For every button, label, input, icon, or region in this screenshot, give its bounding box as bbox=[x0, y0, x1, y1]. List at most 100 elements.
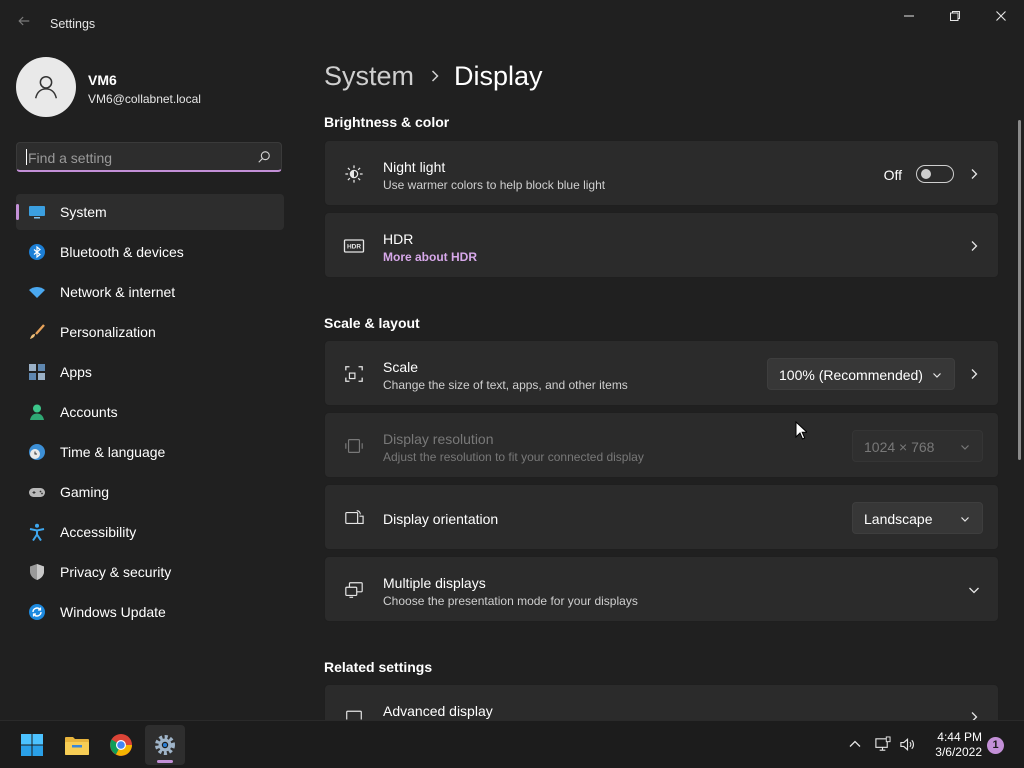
scale-subtitle: Change the size of text, apps, and other… bbox=[383, 378, 628, 392]
search-icon[interactable] bbox=[257, 150, 271, 164]
orientation-title: Display orientation bbox=[383, 511, 499, 527]
restore-button[interactable] bbox=[932, 0, 978, 32]
sidebar-item-label: Time & language bbox=[60, 444, 166, 460]
clock-globe-icon bbox=[28, 443, 46, 461]
close-button[interactable] bbox=[978, 0, 1024, 32]
back-arrow-icon[interactable] bbox=[14, 14, 34, 34]
chevron-down-icon bbox=[961, 445, 969, 450]
sidebar-item-gaming[interactable]: Gaming bbox=[16, 474, 284, 510]
sidebar-nav: System Bluetooth & devices Network & int… bbox=[16, 194, 284, 634]
section-title-scale-layout: Scale & layout bbox=[324, 315, 420, 331]
multiple-displays-title: Multiple displays bbox=[383, 575, 486, 591]
orientation-value: Landscape bbox=[864, 511, 933, 527]
sidebar-item-personalization[interactable]: Personalization bbox=[16, 314, 284, 350]
taskbar-clock[interactable]: 4:44 PM 3/6/2022 bbox=[920, 730, 982, 760]
sidebar-item-label: Personalization bbox=[60, 324, 156, 340]
brightness-icon bbox=[343, 163, 365, 185]
sidebar-item-label: System bbox=[60, 204, 107, 220]
advanced-display-title: Advanced display bbox=[383, 703, 493, 719]
title-bar: Settings bbox=[0, 0, 1024, 48]
file-explorer-button[interactable] bbox=[57, 725, 97, 765]
chevron-right-icon[interactable] bbox=[968, 168, 980, 180]
breadcrumb-parent[interactable]: System bbox=[324, 61, 414, 92]
folder-icon bbox=[65, 737, 89, 755]
scrollbar[interactable] bbox=[1018, 120, 1021, 460]
resolution-dropdown: 1024 × 768 bbox=[852, 430, 983, 462]
sidebar-item-apps[interactable]: Apps bbox=[16, 354, 284, 390]
sidebar-item-time-language[interactable]: Time & language bbox=[16, 434, 284, 470]
search-input[interactable] bbox=[26, 147, 250, 169]
volume-icon[interactable] bbox=[898, 735, 916, 753]
wifi-icon bbox=[28, 283, 46, 301]
advanced-display-card[interactable]: Advanced display bbox=[324, 684, 999, 722]
chevron-down-icon bbox=[961, 517, 969, 522]
sidebar-item-label: Bluetooth & devices bbox=[60, 244, 184, 260]
network-icon[interactable] bbox=[873, 735, 891, 753]
sidebar-item-accounts[interactable]: Accounts bbox=[16, 394, 284, 430]
svg-text:HDR: HDR bbox=[347, 244, 361, 251]
sidebar-item-system[interactable]: System bbox=[16, 194, 284, 230]
multiple-displays-subtitle: Choose the presentation mode for your di… bbox=[383, 594, 638, 608]
chevron-right-icon[interactable] bbox=[968, 368, 980, 380]
chrome-button[interactable] bbox=[101, 725, 141, 765]
sidebar-item-label: Windows Update bbox=[60, 604, 166, 620]
monitor-icon bbox=[28, 203, 46, 221]
gamepad-icon bbox=[28, 483, 46, 501]
chevron-right-icon bbox=[432, 70, 439, 82]
monitor-icon bbox=[343, 707, 365, 721]
user-profile[interactable]: VM6 VM6@collabnet.local bbox=[16, 57, 286, 117]
show-hidden-icons-chevron-icon[interactable] bbox=[846, 735, 864, 753]
multiple-displays-card[interactable]: Multiple displays Choose the presentatio… bbox=[324, 556, 999, 622]
window-title: Settings bbox=[50, 17, 96, 31]
night-light-card[interactable]: Night light Use warmer colors to help bl… bbox=[324, 140, 999, 206]
orientation-icon bbox=[343, 507, 365, 529]
minimize-button[interactable] bbox=[886, 0, 932, 32]
orientation-dropdown[interactable]: Landscape bbox=[852, 502, 983, 534]
notification-badge[interactable]: 1 bbox=[987, 737, 1004, 754]
display-resolution-card: Display resolution Adjust the resolution… bbox=[324, 412, 999, 478]
person-icon bbox=[34, 75, 58, 99]
night-light-state: Off bbox=[883, 167, 902, 183]
update-icon bbox=[28, 603, 46, 621]
sidebar-item-label: Accounts bbox=[60, 404, 118, 420]
multiple-displays-icon bbox=[343, 579, 365, 601]
scale-card[interactable]: Scale Change the size of text, apps, and… bbox=[324, 340, 999, 406]
scale-icon bbox=[343, 363, 365, 385]
page-title: Display bbox=[454, 60, 543, 91]
accessibility-icon bbox=[28, 523, 46, 541]
night-light-toggle[interactable] bbox=[916, 165, 954, 183]
hdr-link[interactable]: More about HDR bbox=[383, 250, 477, 264]
search-box[interactable] bbox=[16, 142, 282, 172]
brush-icon bbox=[28, 323, 46, 341]
apps-icon bbox=[28, 363, 46, 381]
chevron-down-icon[interactable] bbox=[968, 584, 980, 596]
section-title-related: Related settings bbox=[324, 659, 433, 675]
sidebar-item-bluetooth[interactable]: Bluetooth & devices bbox=[16, 234, 284, 270]
user-name: VM6 bbox=[88, 72, 117, 88]
chevron-right-icon[interactable] bbox=[968, 240, 980, 252]
resolution-title: Display resolution bbox=[383, 431, 494, 447]
bluetooth-icon bbox=[28, 243, 46, 261]
sidebar-item-label: Privacy & security bbox=[60, 564, 172, 580]
shield-icon bbox=[28, 563, 46, 581]
display-orientation-card[interactable]: Display orientation Landscape bbox=[324, 484, 999, 550]
sidebar-item-label: Apps bbox=[60, 364, 92, 380]
person-icon bbox=[28, 403, 46, 421]
hdr-card[interactable]: HDR HDR More about HDR bbox=[324, 212, 999, 278]
sidebar-item-privacy[interactable]: Privacy & security bbox=[16, 554, 284, 590]
chrome-icon bbox=[110, 734, 132, 756]
sidebar-item-label: Network & internet bbox=[60, 284, 176, 300]
scale-dropdown[interactable]: 100% (Recommended) bbox=[767, 358, 955, 390]
breadcrumb: System Display bbox=[324, 58, 543, 94]
resolution-value: 1024 × 768 bbox=[864, 439, 935, 455]
taskbar: 4:44 PM 3/6/2022 1 bbox=[0, 720, 1024, 768]
text-caret bbox=[26, 149, 27, 165]
toggle-knob bbox=[921, 169, 931, 179]
sidebar-item-accessibility[interactable]: Accessibility bbox=[16, 514, 284, 550]
mouse-cursor-icon bbox=[795, 421, 807, 440]
start-button[interactable] bbox=[12, 725, 52, 765]
sidebar-item-windows-update[interactable]: Windows Update bbox=[16, 594, 284, 630]
night-light-subtitle: Use warmer colors to help block blue lig… bbox=[383, 178, 606, 192]
sidebar-item-network[interactable]: Network & internet bbox=[16, 274, 284, 310]
settings-taskbar-button[interactable] bbox=[145, 725, 185, 765]
